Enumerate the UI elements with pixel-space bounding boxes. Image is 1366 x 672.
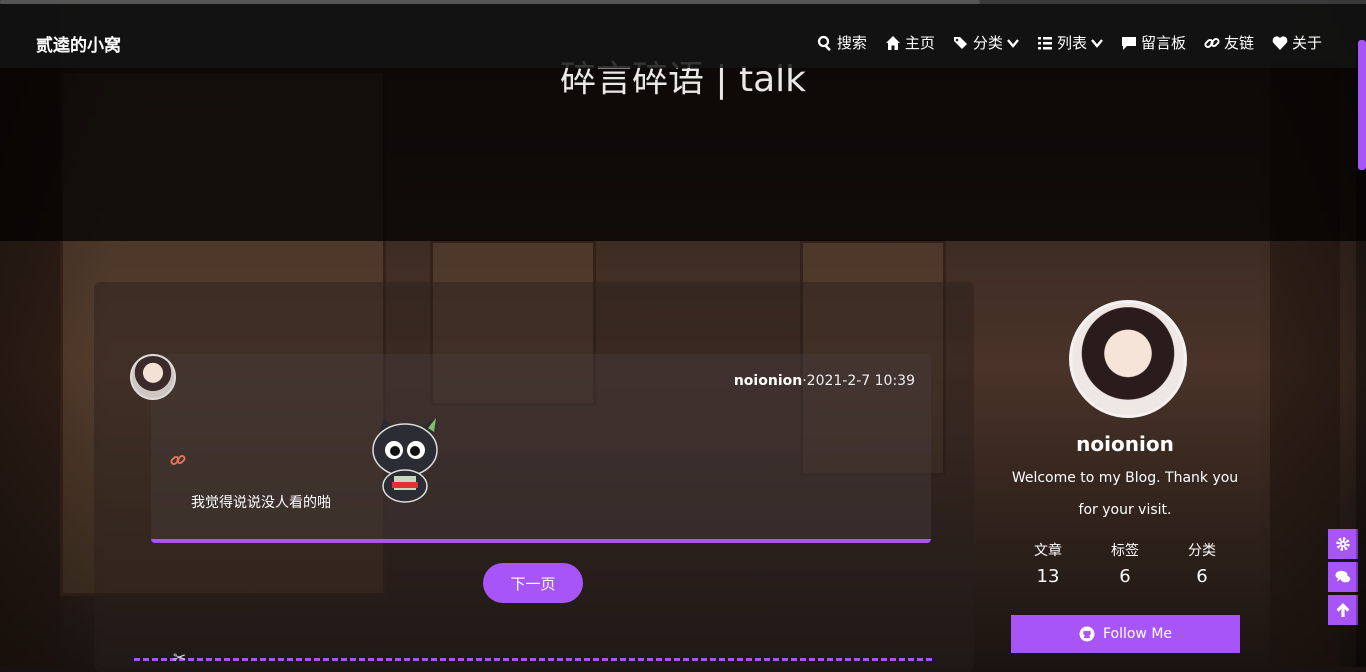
tags-icon [953, 36, 967, 49]
talk-card: noionion·2021-2-7 10:39 我觉得说说没人看的啪 [151, 354, 931, 543]
floating-tools [1328, 529, 1358, 625]
stat-label: 标签 [1111, 543, 1139, 559]
nav-search-label: 搜索 [836, 34, 867, 52]
nav-categories-label: 分类 [972, 34, 1003, 52]
follow-me-button[interactable]: Follow Me [1011, 615, 1240, 653]
nav-about[interactable]: 关于 [1272, 32, 1322, 53]
navbar: 贰逵的小窝 搜索 主页 分类 列表 留言板 友链 关于 [0, 4, 1366, 68]
comments-icon [1335, 570, 1351, 583]
cat-sticker-image [372, 418, 438, 503]
nav-categories[interactable]: 分类 [953, 32, 1019, 53]
search-icon [817, 35, 831, 51]
stat-value: 13 [1036, 566, 1060, 587]
nav-list-label: 列表 [1056, 34, 1087, 52]
comments-button[interactable] [1328, 562, 1358, 592]
nav-guestbook-label: 留言板 [1140, 34, 1186, 52]
stat-value: 6 [1119, 566, 1131, 587]
stat-value: 6 [1196, 566, 1208, 587]
nav-home[interactable]: 主页 [885, 32, 935, 53]
talk-datetime: 2021-2-7 10:39 [806, 373, 915, 389]
nav-friends-label: 友链 [1223, 34, 1254, 52]
stat-categories[interactable]: 分类 6 [1170, 540, 1234, 587]
scrollbar-thumb[interactable] [1358, 40, 1366, 170]
heart-icon [1272, 35, 1288, 50]
comment-icon [1121, 36, 1136, 50]
talk-meta: noionion·2021-2-7 10:39 [734, 373, 915, 389]
github-icon [1079, 626, 1095, 642]
link-icon[interactable] [170, 452, 186, 468]
stat-articles[interactable]: 文章 13 [1016, 540, 1080, 587]
chevron-down-icon [1007, 38, 1019, 48]
profile-stats: 文章 13 标签 6 分类 6 [1010, 540, 1240, 587]
next-page-button[interactable]: 下一页 [483, 563, 583, 603]
nav-menu: 搜索 主页 分类 列表 留言板 友链 关于 [817, 32, 1322, 53]
nav-list[interactable]: 列表 [1037, 32, 1103, 53]
nav-friends[interactable]: 友链 [1204, 32, 1254, 53]
profile-avatar[interactable] [1069, 300, 1187, 418]
back-to-top-button[interactable] [1328, 595, 1358, 625]
home-icon [885, 35, 900, 50]
site-brand[interactable]: 贰逵的小窝 [36, 31, 121, 56]
chevron-down-icon [1091, 38, 1103, 48]
gear-icon [1336, 537, 1350, 551]
talk-content: 我觉得说说没人看的啪 [191, 495, 331, 511]
follow-me-label: Follow Me [1102, 626, 1173, 642]
nav-about-label: 关于 [1291, 34, 1322, 52]
talk-author-avatar[interactable] [130, 354, 176, 400]
dashed-divider [134, 658, 932, 661]
profile-description: Welcome to my Blog. Thank you for your v… [1011, 470, 1239, 518]
scissors-icon: ✂ [173, 648, 187, 667]
settings-button[interactable] [1328, 529, 1358, 559]
nav-search[interactable]: 搜索 [817, 32, 867, 53]
stat-label: 分类 [1188, 543, 1216, 559]
talk-author[interactable]: noionion [734, 373, 802, 389]
stat-label: 文章 [1034, 543, 1062, 559]
list-icon [1037, 36, 1052, 49]
stat-tags[interactable]: 标签 6 [1093, 540, 1157, 587]
nav-home-label: 主页 [904, 34, 935, 52]
profile-name: noionion [1076, 432, 1174, 456]
link-icon [1204, 37, 1220, 48]
nav-guestbook[interactable]: 留言板 [1121, 32, 1186, 53]
arrow-up-icon [1336, 603, 1350, 617]
